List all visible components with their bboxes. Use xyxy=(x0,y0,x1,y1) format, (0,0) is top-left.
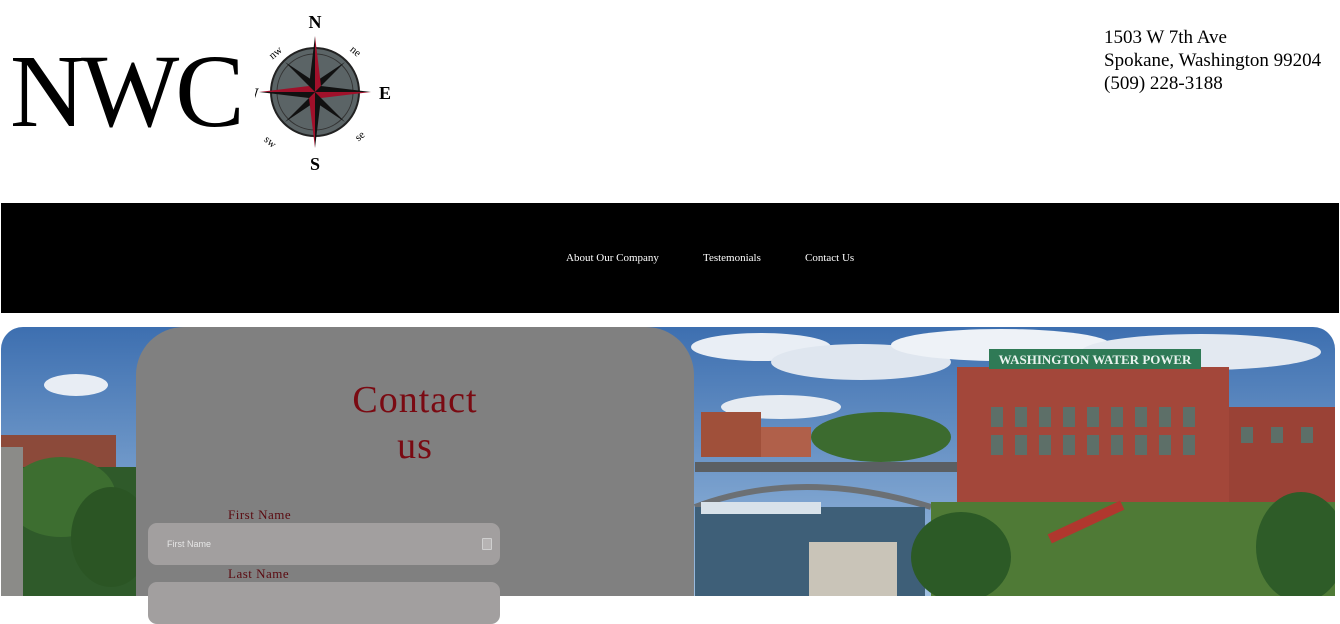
compass-n: N xyxy=(309,12,322,32)
contact-address: 1503 W 7th Ave Spokane, Washington 99204… xyxy=(1104,26,1321,95)
autofill-icon[interactable] xyxy=(482,538,492,550)
compass-e: E xyxy=(379,83,391,103)
contact-title: Contact us xyxy=(326,377,504,469)
contact-title-line2: us xyxy=(397,425,433,467)
main-nav: About Our Company Testemonials Contact U… xyxy=(1,203,1339,313)
first-name-label: First Name xyxy=(228,507,292,522)
address-line2: Spokane, Washington 99204 xyxy=(1104,50,1322,71)
first-name-placeholder: First Name xyxy=(167,539,212,549)
compass-ne: ne xyxy=(347,44,363,60)
last-name-field[interactable] xyxy=(148,582,500,624)
building-sign: WASHINGTON WATER POWER xyxy=(999,352,1192,367)
last-name-label: Last Name xyxy=(228,566,290,581)
nav-contact[interactable]: Contact Us xyxy=(805,252,854,264)
compass-s: S xyxy=(310,154,320,174)
compass-nw: nw xyxy=(267,44,285,62)
contact-form-panel: Contact us First Name First Name Last Na… xyxy=(136,327,694,624)
compass-sw: sw xyxy=(261,134,278,151)
compass-rose-icon: N S E W ne nw se sw xyxy=(255,12,391,174)
logo-text: NWC xyxy=(10,34,245,149)
nav-about[interactable]: About Our Company xyxy=(566,252,659,264)
contact-title-line1: Contact xyxy=(352,379,478,421)
first-name-field[interactable]: First Name xyxy=(148,523,500,565)
site-logo[interactable]: NWC N S E W ne nw se sw xyxy=(10,10,400,180)
compass-se: se xyxy=(353,129,368,144)
compass-w: W xyxy=(255,86,259,103)
nav-testimonials[interactable]: Testemonials xyxy=(703,252,761,264)
phone-number[interactable]: (509) 228-3188 xyxy=(1104,72,1321,95)
address-line1: 1503 W 7th Ave xyxy=(1104,27,1227,48)
